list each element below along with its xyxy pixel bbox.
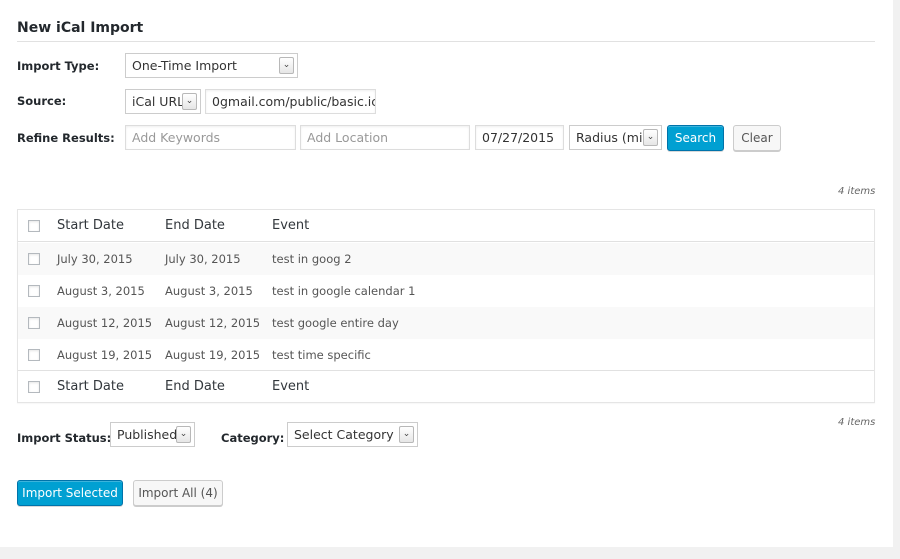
category-select[interactable]: Select Category ⌄ bbox=[287, 422, 418, 447]
import-status-select[interactable]: Published ⌄ bbox=[110, 422, 195, 447]
row-checkbox[interactable] bbox=[28, 349, 40, 361]
table-row: August 3, 2015 August 3, 2015 test in go… bbox=[18, 275, 874, 307]
row-checkbox[interactable] bbox=[28, 317, 40, 329]
chevron-down-icon: ⌄ bbox=[279, 57, 294, 74]
source-label: Source: bbox=[17, 94, 67, 108]
row-end-date: August 19, 2015 bbox=[165, 348, 261, 362]
row-checkbox[interactable] bbox=[28, 253, 40, 265]
import-all-button[interactable]: Import All (4) bbox=[133, 480, 223, 506]
date-input[interactable]: 07/27/2015 bbox=[475, 125, 564, 150]
footer-column-event[interactable]: Event bbox=[272, 379, 309, 394]
clear-button[interactable]: Clear bbox=[733, 125, 781, 151]
import-type-label: Import Type: bbox=[17, 59, 100, 73]
events-table: Start Date End Date Event July 30, 2015 … bbox=[17, 209, 875, 403]
footer-column-end-date[interactable]: End Date bbox=[165, 379, 225, 394]
row-end-date: August 12, 2015 bbox=[165, 316, 261, 330]
import-panel: New iCal Import Import Type: One-Time Im… bbox=[0, 0, 893, 547]
import-type-value: One-Time Import bbox=[132, 58, 237, 73]
row-start-date: August 3, 2015 bbox=[57, 284, 145, 298]
keywords-input[interactable]: Add Keywords bbox=[125, 125, 296, 150]
table-footer: Start Date End Date Event bbox=[18, 370, 874, 402]
column-end-date[interactable]: End Date bbox=[165, 218, 225, 233]
title-divider bbox=[17, 41, 875, 42]
chevron-down-icon: ⌄ bbox=[182, 93, 197, 110]
category-value: Select Category bbox=[294, 427, 394, 442]
radius-select[interactable]: Radius (mi) ⌄ bbox=[569, 125, 662, 150]
section-title: New iCal Import bbox=[17, 20, 144, 36]
import-selected-button[interactable]: Import Selected bbox=[17, 480, 123, 506]
row-checkbox[interactable] bbox=[28, 285, 40, 297]
items-count-top: 4 items bbox=[838, 186, 876, 197]
row-start-date: July 30, 2015 bbox=[57, 252, 133, 266]
items-count-bottom: 4 items bbox=[838, 417, 876, 428]
row-event: test time specific bbox=[272, 348, 371, 362]
location-input[interactable]: Add Location bbox=[300, 125, 470, 150]
select-all-checkbox-bottom[interactable] bbox=[28, 381, 40, 393]
footer-column-start-date[interactable]: Start Date bbox=[57, 379, 124, 394]
import-status-label: Import Status: bbox=[17, 431, 112, 445]
row-event: test google entire day bbox=[272, 316, 399, 330]
select-all-checkbox[interactable] bbox=[28, 220, 40, 232]
row-event: test in google calendar 1 bbox=[272, 284, 416, 298]
import-type-select[interactable]: One-Time Import ⌄ bbox=[125, 53, 298, 78]
category-label: Category: bbox=[221, 431, 285, 445]
import-status-value: Published bbox=[117, 427, 178, 442]
row-event: test in goog 2 bbox=[272, 252, 352, 266]
row-start-date: August 12, 2015 bbox=[57, 316, 153, 330]
table-row: August 19, 2015 August 19, 2015 test tim… bbox=[18, 339, 874, 371]
chevron-down-icon: ⌄ bbox=[399, 426, 414, 443]
table-row: July 30, 2015 July 30, 2015 test in goog… bbox=[18, 243, 874, 275]
column-start-date[interactable]: Start Date bbox=[57, 218, 124, 233]
search-button[interactable]: Search bbox=[667, 125, 724, 151]
row-end-date: August 3, 2015 bbox=[165, 284, 253, 298]
table-header: Start Date End Date Event bbox=[18, 210, 874, 242]
column-event[interactable]: Event bbox=[272, 218, 309, 233]
row-start-date: August 19, 2015 bbox=[57, 348, 153, 362]
radius-value: Radius (mi) bbox=[576, 130, 648, 145]
chevron-down-icon: ⌄ bbox=[643, 129, 658, 146]
table-row: August 12, 2015 August 12, 2015 test goo… bbox=[18, 307, 874, 339]
source-url-input[interactable]: 0gmail.com/public/basic.ics bbox=[205, 89, 376, 114]
source-type-value: iCal URL bbox=[132, 94, 185, 109]
chevron-down-icon: ⌄ bbox=[176, 426, 191, 443]
source-type-select[interactable]: iCal URL ⌄ bbox=[125, 89, 201, 114]
refine-results-label: Refine Results: bbox=[17, 131, 115, 145]
row-end-date: July 30, 2015 bbox=[165, 252, 241, 266]
